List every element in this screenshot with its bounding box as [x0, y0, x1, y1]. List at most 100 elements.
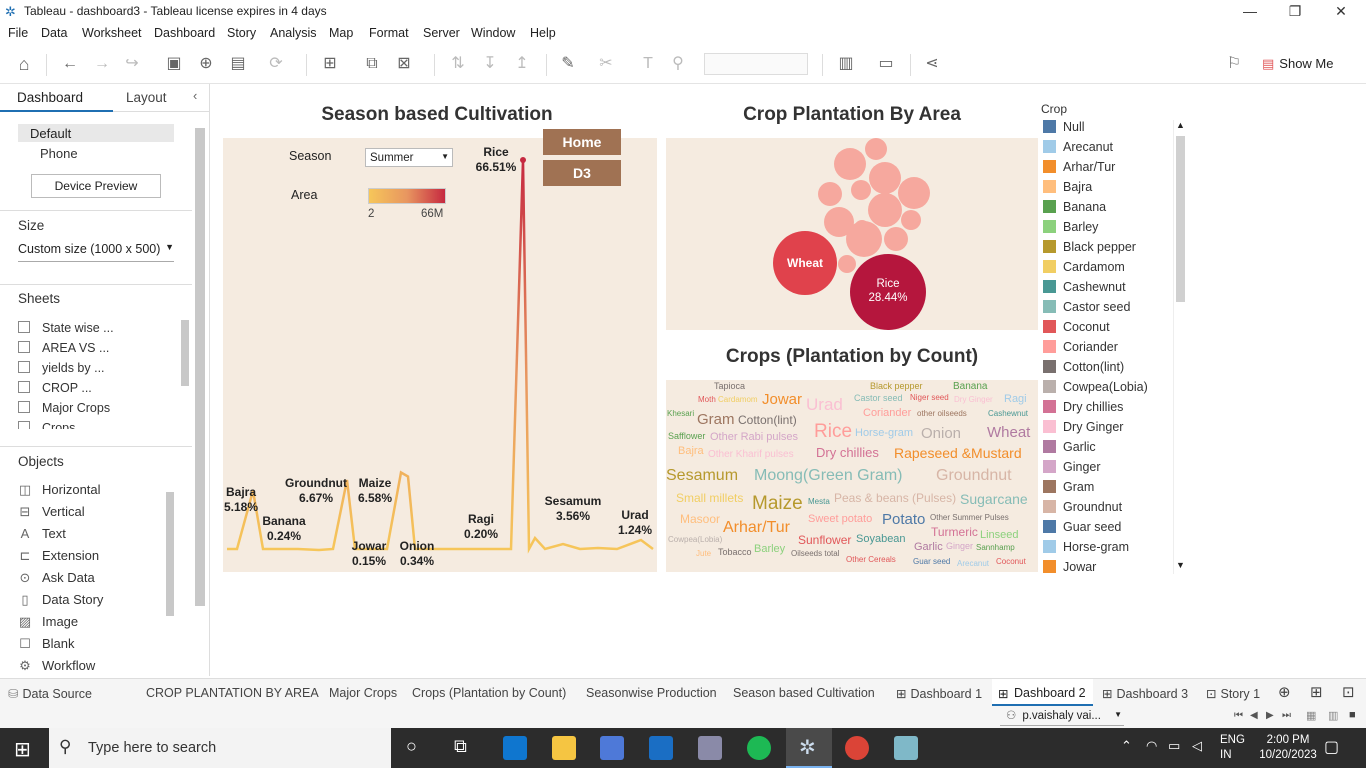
menu-map[interactable]: Map [329, 26, 353, 40]
word-cloud-item[interactable]: Masoor [680, 513, 720, 525]
tab-crop-plantation[interactable]: CROP PLANTATION BY AREA [146, 686, 319, 700]
highlight-icon[interactable]: ✎ [556, 52, 580, 76]
word-cloud-item[interactable]: Tobacco [718, 548, 752, 557]
label-icon[interactable]: T [636, 52, 660, 76]
notification-icon[interactable]: ▢ [1324, 737, 1339, 757]
maximize-button[interactable]: ❐ [1272, 0, 1318, 24]
word-cloud-item[interactable]: Moth [698, 396, 716, 404]
size-dropdown[interactable]: Custom size (1000 x 500) ▼ [18, 242, 174, 262]
mail-icon[interactable] [649, 736, 673, 760]
app-icon[interactable] [698, 736, 722, 760]
word-cloud-item[interactable]: Linseed [980, 530, 1019, 541]
season-filter-dropdown[interactable]: Summer ▼ [365, 148, 453, 167]
legend-item[interactable]: Coriander [1043, 340, 1118, 358]
chevron-down-icon[interactable]: ▼ [1176, 560, 1185, 570]
refresh-icon[interactable]: ⟳ [264, 52, 288, 76]
word-cloud-item[interactable]: Jowar [762, 392, 802, 407]
sheet-item[interactable]: State wise ... [18, 321, 114, 335]
object-vertical[interactable]: ⊟ Vertical [18, 504, 85, 520]
file-explorer-icon[interactable] [552, 736, 576, 760]
close-button[interactable]: ✕ [1318, 0, 1364, 24]
word-cloud-item[interactable]: Sesamum [666, 468, 738, 484]
tabs-view-icon[interactable]: ■ [1349, 709, 1356, 721]
new-datasource-icon[interactable]: ⊕ [194, 52, 218, 76]
object-horizontal[interactable]: ◫ Horizontal [18, 482, 101, 498]
legend-item[interactable]: Dry chillies [1043, 400, 1123, 418]
legend-item[interactable]: Barley [1043, 220, 1098, 238]
word-cloud-item[interactable]: Potato [882, 512, 925, 527]
collapse-panel-icon[interactable]: ‹ [193, 88, 197, 103]
tab-dashboard[interactable]: Dashboard [0, 84, 113, 112]
pin-toolbar-icon[interactable]: ⚐ [1222, 52, 1246, 76]
tab-dashboard-1[interactable]: ⊞ Dashboard 1 [896, 686, 982, 701]
word-cloud-item[interactable]: Jute [696, 550, 711, 558]
word-cloud-item[interactable]: Bajra [678, 446, 704, 457]
sort-asc-icon[interactable]: ↧ [478, 52, 502, 76]
clock[interactable]: 2:00 PM 10/20/2023 [1258, 733, 1318, 763]
new-worksheet-icon[interactable]: ⊞ [318, 52, 342, 76]
word-cloud-item[interactable]: Onion [921, 426, 961, 441]
sheet-item[interactable]: yields by ... [18, 361, 105, 375]
legend-item[interactable]: Guar seed [1043, 520, 1121, 538]
pause-updates-icon[interactable]: ▤ [226, 52, 250, 76]
new-worksheet-tab-icon[interactable]: ⊕ [1278, 683, 1291, 701]
user-dropdown[interactable]: ⚇ p.vaishaly vai... ▼ [1000, 708, 1124, 726]
legend-item[interactable]: Arecanut [1043, 140, 1113, 158]
word-cloud-item[interactable]: Cotton(lint) [738, 414, 797, 426]
menu-server[interactable]: Server [423, 26, 460, 40]
word-cloud-item[interactable]: Dry Ginger [954, 396, 993, 404]
chrome-icon[interactable] [845, 736, 869, 760]
language-indicator[interactable]: ENG IN [1220, 733, 1245, 763]
word-cloud-item[interactable]: Other Cereals [846, 556, 896, 564]
tab-dashboard-3[interactable]: ⊞ Dashboard 3 [1102, 686, 1188, 701]
sheets-scrollbar[interactable] [181, 320, 189, 386]
legend-item[interactable]: Cardamom [1043, 260, 1125, 278]
device-default[interactable]: Default [18, 124, 174, 142]
word-cloud-item[interactable]: Rapeseed &Mustard [894, 446, 1022, 460]
tab-season-based[interactable]: Season based Cultivation [733, 686, 875, 700]
legend-item[interactable]: Groundnut [1043, 500, 1122, 518]
legend-scrollbar[interactable]: ▲ ▼ [1173, 120, 1187, 574]
duplicate-sheet-icon[interactable]: ⧉ [360, 52, 384, 76]
menu-file[interactable]: File [8, 26, 28, 40]
word-cloud-item[interactable]: Coconut [996, 558, 1026, 566]
menu-data[interactable]: Data [41, 26, 67, 40]
word-cloud-item[interactable]: Rice [814, 422, 852, 441]
d3-button[interactable]: D3 [543, 160, 621, 186]
new-dashboard-tab-icon[interactable]: ⊞ [1310, 683, 1323, 701]
word-cloud-item[interactable]: Turmeric [931, 526, 978, 538]
object-extension[interactable]: ⊏ Extension [18, 548, 100, 564]
legend-item[interactable]: Cotton(lint) [1043, 360, 1124, 378]
word-cloud-item[interactable]: Other Summer Pulses [930, 514, 1009, 522]
sheet-item[interactable]: Major Crops [18, 401, 110, 415]
word-cloud-item[interactable]: Tapioca [714, 382, 745, 391]
menu-help[interactable]: Help [530, 26, 556, 40]
object-text[interactable]: A Text [18, 526, 66, 541]
word-cloud-item[interactable]: Khesari [667, 410, 694, 418]
first-page-icon[interactable]: ⏮ [1234, 710, 1243, 721]
minimize-button[interactable]: — [1227, 0, 1273, 24]
network-icon[interactable]: ◠ [1146, 738, 1157, 754]
word-cloud-item[interactable]: Cowpea(Lobia) [668, 536, 722, 544]
word-cloud-item[interactable]: Black pepper [870, 382, 923, 391]
word-cloud-item[interactable]: Sannhamp [976, 544, 1015, 552]
word-cloud-item[interactable]: Soyabean [856, 534, 906, 545]
pin-icon[interactable]: ⚲ [666, 52, 690, 76]
tab-crops-count[interactable]: Crops (Plantation by Count) [412, 686, 566, 700]
legend-item[interactable]: Ginger [1043, 460, 1101, 478]
swap-icon[interactable]: ⇅ [446, 52, 470, 76]
tab-story-1[interactable]: ⊡ Story 1 [1206, 686, 1260, 701]
object-data-story[interactable]: ▯ Data Story [18, 592, 103, 608]
object-image[interactable]: ▨ Image [18, 614, 78, 630]
legend-item[interactable]: Arhar/Tur [1043, 160, 1115, 178]
last-page-icon[interactable]: ⏭ [1282, 710, 1291, 721]
replay-icon[interactable]: ↪ [120, 52, 144, 76]
home-icon[interactable]: ⌂ [12, 52, 36, 76]
word-cloud-item[interactable]: Mesta [808, 498, 830, 506]
legend-item[interactable]: Null [1043, 120, 1085, 138]
sheet-sorter-icon[interactable]: ▦ [1306, 709, 1316, 722]
legend-item[interactable]: Dry Ginger [1043, 420, 1123, 438]
word-cloud-item[interactable]: other oilseeds [917, 410, 967, 418]
windows-start-icon[interactable]: ⊞ [14, 737, 31, 762]
word-cloud-item[interactable]: Barley [754, 544, 785, 555]
